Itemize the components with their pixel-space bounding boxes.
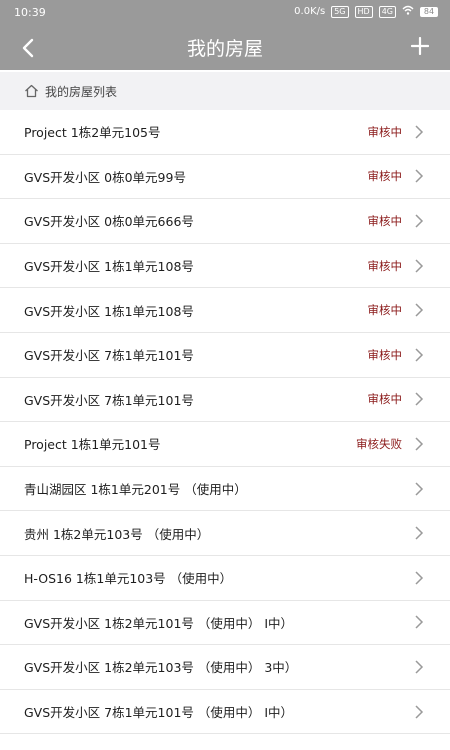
review-status-badge: 审核中 — [367, 303, 403, 318]
chevron-right-icon — [415, 169, 424, 183]
review-status-badge: 审核中 — [367, 169, 403, 184]
house-list-item[interactable]: GVS开发小区 7栋1单元101号 审核中 — [0, 333, 450, 378]
house-list-item[interactable]: GVS开发小区 0栋0单元666号 审核中 — [0, 199, 450, 244]
chevron-right-icon — [415, 704, 424, 719]
chevron-right-icon — [415, 437, 424, 451]
status-bar: 10:39 0.0K/s 5G HD 4G 84 — [0, 0, 450, 26]
house-list-item[interactable]: H-OS16 1栋1单元103号 （使用中） — [0, 556, 450, 601]
nav-bar: 我的房屋 — [0, 26, 450, 70]
house-list-item[interactable]: GVS开发小区 1栋1单元108号 审核中 — [0, 244, 450, 289]
house-list-item[interactable]: GVS开发小区 7栋1单元101号 审核中 — [0, 378, 450, 423]
house-address: GVS开发小区 1栋1单元108号 — [24, 259, 194, 275]
hd-icon: HD — [354, 5, 373, 18]
house-address: GVS开发小区 7栋1单元101号 （使用中） I中） — [24, 705, 294, 721]
house-list-item[interactable]: 青山湖园区 1栋1单元201号 （使用中） — [0, 467, 450, 512]
house-list-item[interactable]: 贵州 1栋2单元103号 （使用中） — [0, 511, 450, 556]
house-list-item[interactable]: GVS开发小区 7栋1单元101号 （使用中） I中） — [0, 690, 450, 735]
status-time: 10:39 — [14, 6, 46, 19]
house-list-item[interactable]: GVS开发小区 1栋2单元103号 （使用中） 3中） — [0, 645, 450, 690]
add-house-button[interactable] — [404, 30, 436, 62]
house-list-item[interactable]: Project 1栋2单元105号 审核中 — [0, 110, 450, 155]
house-list-item[interactable]: GVS开发小区 0栋0单元99号 审核中 — [0, 155, 450, 200]
wifi-icon — [402, 5, 414, 18]
review-status-badge: 审核中 — [367, 347, 403, 362]
house-address: GVS开发小区 1栋2单元103号 （使用中） 3中） — [24, 660, 298, 676]
plus-icon — [411, 37, 429, 55]
chevron-right-icon — [415, 482, 424, 496]
review-status-badge: 审核中 — [367, 392, 403, 407]
house-address: GVS开发小区 0栋0单元666号 — [24, 214, 194, 230]
home-icon — [25, 84, 38, 98]
chevron-right-icon — [415, 348, 424, 362]
review-status-badge: 审核中 — [367, 213, 403, 228]
house-address: Project 1栋2单元105号 — [24, 125, 161, 141]
chevron-right-icon — [415, 214, 424, 228]
house-list-item[interactable]: Project 1栋1单元101号 审核失败 — [0, 422, 450, 467]
house-address: 贵州 1栋2单元103号 （使用中） — [24, 526, 210, 542]
chevron-right-icon — [415, 660, 424, 674]
house-address: H-OS16 1栋1单元103号 （使用中） — [24, 571, 233, 587]
battery-icon: 84 — [420, 6, 438, 17]
house-list-item[interactable]: GVS开发小区 1栋1单元108号 审核中 — [0, 288, 450, 333]
house-list: Project 1栋2单元105号 审核中 GVS开发小区 0栋0单元99号 审核中 G… — [0, 110, 450, 735]
network-speed: 0.0K/s — [294, 6, 326, 17]
review-status-badge: 审核失败 — [356, 436, 402, 451]
chevron-right-icon — [415, 125, 424, 139]
review-status-badge: 审核中 — [367, 124, 403, 139]
chevron-right-icon — [415, 571, 424, 585]
house-list-item[interactable]: GVS开发小区 1栋2单元101号 （使用中） I中） — [0, 601, 450, 646]
signal-4g-icon: 4G — [378, 5, 396, 18]
breadcrumb-label: 我的房屋列表 — [45, 84, 118, 99]
house-address: GVS开发小区 1栋1单元108号 — [24, 303, 194, 319]
chevron-right-icon — [415, 259, 424, 273]
status-indicators: 0.0K/s 5G HD 4G 84 — [294, 5, 438, 18]
chevron-right-icon — [415, 392, 424, 406]
review-status-badge: 审核中 — [367, 258, 403, 273]
house-address: GVS开发小区 1栋2单元101号 （使用中） I中） — [24, 615, 294, 631]
breadcrumb: 我的房屋列表 — [0, 72, 450, 110]
signal-5g-icon: 5G — [331, 5, 349, 18]
chevron-right-icon — [415, 615, 424, 629]
top-bar: 10:39 0.0K/s 5G HD 4G 84 我的房屋 — [0, 0, 450, 70]
page-title: 我的房屋 — [186, 38, 263, 60]
house-address: GVS开发小区 7栋1单元101号 — [24, 348, 194, 364]
chevron-right-icon — [415, 526, 424, 540]
chevron-right-icon — [415, 303, 424, 317]
house-address: GVS开发小区 0栋0单元99号 — [24, 169, 186, 185]
house-address: GVS开发小区 7栋1单元101号 — [24, 392, 194, 408]
house-address: Project 1栋1单元101号 — [24, 437, 161, 453]
house-address: 青山湖园区 1栋1单元201号 （使用中） — [24, 482, 247, 498]
